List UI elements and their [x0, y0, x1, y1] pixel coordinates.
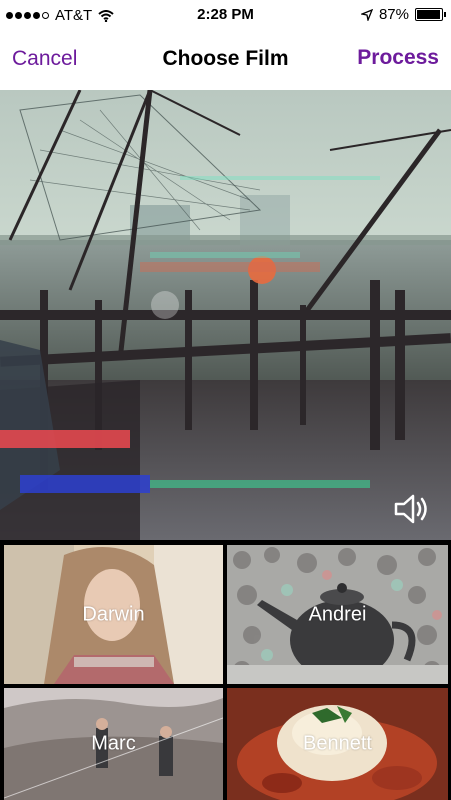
film-label: Darwin: [82, 603, 145, 625]
film-label: Bennett: [303, 732, 372, 755]
film-tile-darwin[interactable]: Darwin: [4, 545, 223, 684]
location-arrow-icon: [360, 8, 373, 21]
battery-percent: 87%: [378, 6, 409, 23]
film-label: Andrei: [308, 603, 367, 625]
process-button[interactable]: Process: [357, 46, 439, 70]
film-tile-andrei[interactable]: Andrei: [227, 545, 448, 684]
battery-icon: [415, 8, 446, 21]
film-grid: Darwin Andrei Marc Bennett: [0, 540, 451, 800]
status-right: 87%: [360, 6, 446, 23]
film-preview[interactable]: [0, 90, 451, 540]
film-label: Marc: [91, 732, 136, 755]
status-bar: AT&T 2:28 PM 87%: [0, 0, 451, 31]
film-tile-bennett[interactable]: Bennett: [227, 688, 448, 800]
film-tile-marc[interactable]: Marc: [4, 688, 223, 800]
speaker-icon[interactable]: [393, 492, 433, 526]
preview-image: [0, 90, 451, 540]
navigation-bar: Cancel Choose Film Process: [0, 31, 451, 90]
